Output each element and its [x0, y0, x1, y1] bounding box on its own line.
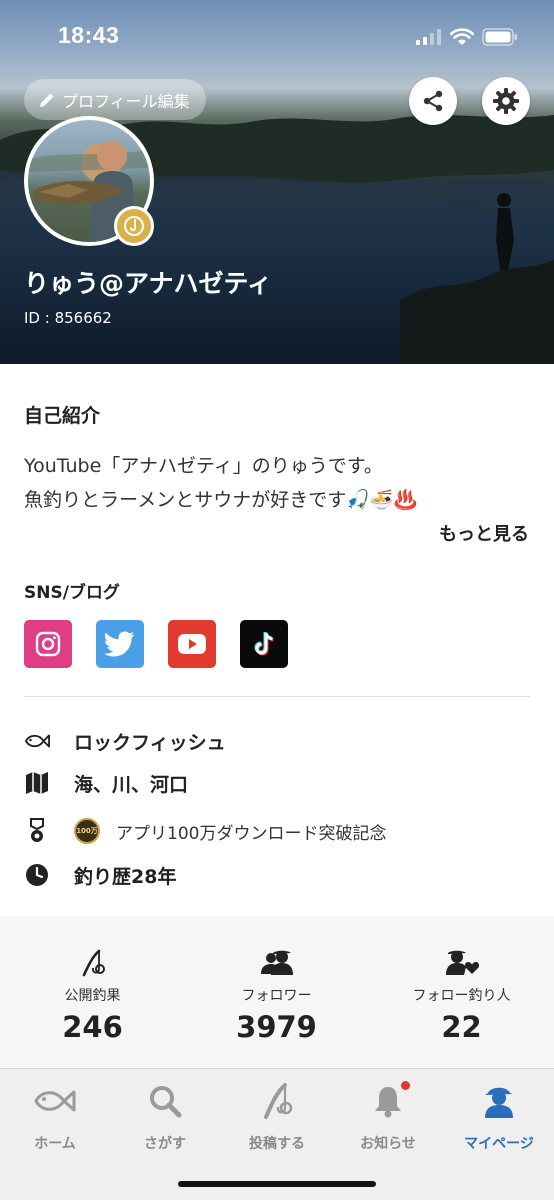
following-heart-icon — [369, 949, 554, 975]
tab-label: 投稿する — [249, 1136, 305, 1152]
target-fish-row: ロックフィッシュ — [24, 728, 226, 754]
status-bar: 18:43 — [0, 0, 554, 70]
gear-icon — [493, 88, 519, 114]
tiktok-icon — [254, 631, 274, 656]
edit-profile-label: プロフィール編集 — [62, 91, 190, 111]
sns-title: SNS/ブログ — [24, 583, 120, 603]
fish-icon — [24, 728, 50, 754]
stat-value: 3979 — [236, 1010, 317, 1044]
followers-icon — [184, 949, 369, 975]
bio-title: 自己紹介 — [24, 405, 101, 427]
tab-post[interactable]: 投稿する — [222, 1083, 332, 1153]
status-time: 18:43 — [58, 22, 120, 48]
download-award-medal-icon: 100万 — [74, 818, 100, 844]
bell-icon — [333, 1083, 443, 1119]
instagram-icon — [35, 631, 61, 657]
experience-row: 釣り歴28年 — [24, 862, 176, 888]
bio-line-1: YouTube「アナハゼティ」のりゅうです。 — [24, 455, 383, 477]
tab-search[interactable]: さがす — [110, 1083, 220, 1153]
twitter-icon — [105, 631, 134, 657]
fishing-experience: 釣り歴28年 — [74, 865, 177, 888]
username: りゅう@アナハゼティ — [24, 269, 273, 298]
tab-notifications[interactable]: お知らせ — [333, 1081, 443, 1153]
tab-label: さがす — [144, 1136, 186, 1152]
pencil-icon — [40, 93, 54, 107]
stat-label: 公開釣果 — [64, 988, 121, 1004]
stat-label: フォロー釣り人 — [412, 988, 511, 1004]
award-text: アプリ100万ダウンロード突破記念 — [116, 823, 387, 844]
tab-label: ホーム — [34, 1136, 76, 1152]
bio-line-2: 魚釣りとラーメンとサウナが好きです🎣🍜♨️ — [24, 489, 418, 511]
edit-profile-button[interactable]: プロフィール編集 — [24, 79, 206, 120]
medal-icon — [24, 818, 50, 844]
tiktok-link[interactable] — [240, 620, 288, 668]
target-fish: ロックフィッシュ — [74, 731, 226, 754]
user-id: ID : 856662 — [24, 309, 112, 327]
user-cap-icon — [444, 1083, 554, 1119]
certified-angler-badge-icon — [114, 206, 154, 246]
stat-label: フォロワー — [241, 988, 312, 1004]
share-icon — [423, 90, 443, 112]
angler-silhouette — [400, 189, 554, 364]
fishing-rod-icon — [0, 949, 185, 977]
tab-mypage[interactable]: マイページ — [444, 1083, 554, 1153]
youtube-icon — [178, 634, 206, 654]
cellular-signal-icon — [416, 29, 441, 45]
home-fish-icon — [0, 1083, 110, 1119]
stat-value: 246 — [62, 1010, 123, 1044]
fishing-places: 海、川、河口 — [74, 773, 189, 796]
home-indicator — [178, 1181, 376, 1187]
tab-label: マイページ — [464, 1136, 534, 1152]
notification-dot — [401, 1081, 410, 1090]
sns-links — [24, 620, 288, 668]
bio-text: YouTube「アナハゼティ」のりゅうです。 魚釣りとラーメンとサウナが好きです… — [24, 449, 417, 517]
award-row: 100万 アプリ100万ダウンロード突破記念 — [24, 818, 386, 844]
share-button[interactable] — [409, 77, 457, 125]
fishing-places-row: 海、川、河口 — [24, 770, 188, 796]
tab-home[interactable]: ホーム — [0, 1083, 110, 1153]
map-icon — [24, 770, 50, 796]
wifi-icon — [450, 28, 474, 45]
twitter-link[interactable] — [96, 620, 144, 668]
clock-icon — [24, 862, 50, 888]
search-icon — [110, 1083, 220, 1119]
stat-value: 22 — [441, 1010, 482, 1044]
post-rod-icon — [222, 1083, 332, 1119]
stats-panel: 公開釣果 246 フォロワー 3979 フォロー釣り人 22 — [0, 916, 554, 1068]
battery-icon — [482, 28, 517, 46]
settings-button[interactable] — [482, 77, 530, 125]
divider — [24, 696, 530, 697]
youtube-link[interactable] — [168, 620, 216, 668]
instagram-link[interactable] — [24, 620, 72, 668]
tab-label: お知らせ — [360, 1136, 416, 1152]
show-more-link[interactable]: もっと見る — [439, 520, 529, 546]
